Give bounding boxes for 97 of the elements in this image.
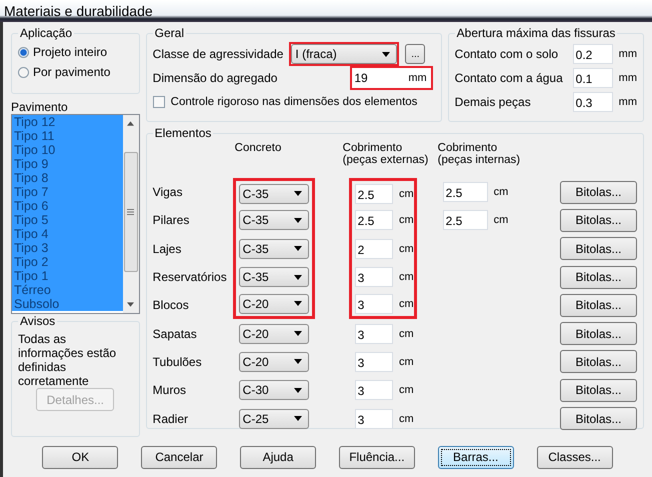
- field-label: Demais peças: [454, 95, 532, 109]
- row-label: Muros: [152, 382, 188, 400]
- input-field[interactable]: 2.5: [354, 210, 393, 230]
- unit-label: cm: [399, 271, 414, 284]
- unit-label: cm: [399, 214, 414, 226]
- gauges-button[interactable]: Bitolas...: [560, 208, 637, 232]
- concrete-dropdown[interactable]: C-20: [238, 294, 309, 314]
- grip-icon: [127, 209, 134, 215]
- input-field[interactable]: 0.1: [572, 68, 613, 88]
- unit-label: mm: [408, 72, 427, 84]
- unit-label: mm: [618, 96, 637, 108]
- column-header: Concreto: [234, 142, 282, 154]
- input-field[interactable]: 3: [354, 380, 393, 400]
- input-field[interactable]: 3: [354, 324, 393, 344]
- checkbox-label[interactable]: Controle rigoroso nas dimensões dos elementos: [170, 96, 418, 108]
- concrete-dropdown[interactable]: C-35: [238, 184, 309, 204]
- concrete-dropdown[interactable]: C-20: [238, 352, 309, 372]
- group-title: Geral: [154, 26, 186, 40]
- checkbox[interactable]: [152, 96, 165, 108]
- input-field[interactable]: 3: [354, 352, 393, 372]
- unit-label: cm: [399, 328, 414, 340]
- caret-icon: [294, 218, 302, 223]
- field-label: Classe de agressividade: [152, 47, 284, 61]
- caret-icon: [382, 52, 390, 56]
- dialog-button[interactable]: Classes...: [536, 446, 613, 468]
- caret-icon: [294, 359, 302, 364]
- concrete-dropdown[interactable]: C-35: [238, 267, 309, 288]
- row-label: Lajes: [152, 240, 182, 258]
- input-field[interactable]: 2.5: [442, 210, 488, 230]
- group-title: Aplicação: [19, 26, 74, 40]
- radio-label[interactable]: Por pavimento: [33, 65, 110, 79]
- gauges-button[interactable]: Bitolas...: [560, 378, 637, 402]
- field-label: Contato com a água: [454, 71, 564, 85]
- unit-label: cm: [399, 412, 414, 425]
- row-label: Pilares: [152, 212, 190, 230]
- input-field[interactable]: 3: [354, 267, 393, 288]
- row-label: Blocos: [152, 297, 190, 314]
- unit-label: cm: [399, 356, 414, 368]
- concrete-dropdown[interactable]: C-30: [238, 380, 309, 400]
- input-field[interactable]: 3: [354, 408, 393, 429]
- gauges-button[interactable]: Bitolas...: [560, 350, 637, 374]
- row-label: Vigas: [152, 184, 184, 202]
- radio-button[interactable]: [18, 66, 29, 78]
- caret-icon: [294, 388, 302, 393]
- gauges-button[interactable]: Bitolas...: [560, 407, 637, 430]
- window-title: Materiais e durabilidade: [4, 3, 153, 19]
- row-label: Tubulões: [152, 354, 203, 371]
- field-label: Contato com o solo: [454, 47, 560, 61]
- unit-label: cm: [399, 298, 414, 310]
- row-label: Sapatas: [152, 326, 198, 343]
- warning-message: Todas as informações estão definidas corretamente: [18, 332, 118, 388]
- caret-icon: [294, 301, 302, 306]
- group-title: Avisos: [19, 314, 56, 328]
- gauges-button[interactable]: Bitolas...: [560, 266, 637, 289]
- dialog-button[interactable]: Ajuda: [240, 446, 316, 468]
- dialog-button[interactable]: Fluência...: [338, 446, 415, 468]
- row-label: Reservatórios: [152, 269, 228, 286]
- column-header: Cobrimento (peças internas): [438, 142, 522, 166]
- more-button[interactable]: ...: [405, 44, 426, 64]
- gauges-button[interactable]: Bitolas...: [560, 237, 637, 260]
- field-label: Dimensão do agregado: [152, 71, 278, 85]
- class-dropdown[interactable]: I (fraca): [291, 44, 398, 64]
- input-field[interactable]: 2: [354, 238, 393, 259]
- dialog-button[interactable]: Barras...: [438, 446, 514, 468]
- radio-label[interactable]: Projeto inteiro: [33, 45, 108, 59]
- dialog-button[interactable]: Cancelar: [141, 446, 218, 468]
- group-title: Abertura máxima das fissuras: [456, 26, 616, 40]
- caret-icon: [294, 191, 302, 196]
- input-field[interactable]: 0.3: [572, 92, 613, 112]
- concrete-dropdown[interactable]: C-25: [238, 408, 309, 429]
- dialog-button[interactable]: OK: [42, 446, 118, 468]
- concrete-dropdown[interactable]: C-35: [238, 210, 309, 230]
- input-field[interactable]: 2.5: [354, 184, 393, 204]
- concrete-dropdown[interactable]: C-20: [238, 324, 309, 344]
- list-label: Pavimento: [11, 100, 69, 114]
- input-field[interactable]: 0.2: [572, 44, 613, 64]
- unit-label: cm: [399, 188, 414, 200]
- row-label: Radier: [152, 410, 190, 428]
- caret-icon: [294, 246, 302, 252]
- input-field[interactable]: 3: [354, 294, 393, 314]
- gauges-button[interactable]: Bitolas...: [560, 180, 637, 204]
- concrete-dropdown[interactable]: C-35: [238, 238, 309, 259]
- unit-label: cm: [399, 384, 414, 396]
- caret-icon: [294, 416, 302, 422]
- unit-label: cm: [494, 214, 508, 226]
- input-field[interactable]: 2.5: [442, 182, 488, 202]
- unit-label: mm: [618, 48, 637, 60]
- caret-icon: [294, 331, 302, 336]
- radio-button[interactable]: [18, 46, 29, 58]
- gauges-button[interactable]: Bitolas...: [560, 294, 637, 317]
- unit-label: cm: [494, 186, 508, 198]
- group-title: Elementos: [154, 126, 212, 140]
- caret-icon: [294, 274, 302, 280]
- unit-label: mm: [618, 72, 637, 84]
- unit-label: cm: [399, 242, 414, 255]
- gauges-button[interactable]: Bitolas...: [560, 322, 637, 346]
- column-header: Cobrimento (peças externas): [342, 142, 430, 166]
